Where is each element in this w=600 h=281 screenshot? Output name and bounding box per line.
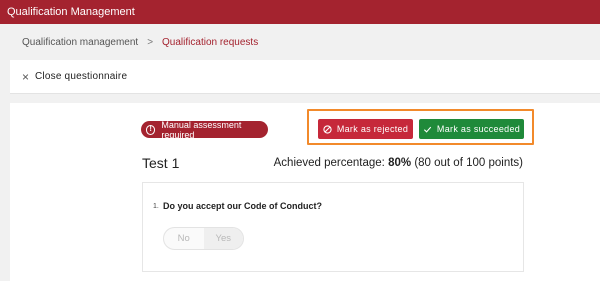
mark-rejected-label: Mark as rejected [336,124,409,134]
answer-no-option[interactable]: No [164,228,204,249]
answer-yes-option[interactable]: Yes [203,228,243,249]
question-text: Do you accept our Code of Conduct? [163,201,322,211]
breadcrumb-current[interactable]: Qualification requests [162,37,258,48]
mark-succeeded-button[interactable]: Mark as succeeded [419,119,524,139]
answer-toggle[interactable]: No Yes [163,227,244,250]
app-bar: Qualification Management [0,0,600,24]
mark-succeeded-label: Mark as succeeded [436,124,521,134]
test-title: Test 1 [142,155,180,171]
breadcrumb: Qualification management > Qualification… [0,24,600,60]
breadcrumb-root[interactable]: Qualification management [22,37,138,48]
ban-icon [323,124,332,134]
app-title: Qualification Management [7,6,135,18]
status-badge: ! Manual assessment required [141,119,268,140]
close-questionnaire-label: Close questionnaire [35,71,128,82]
mark-rejected-button[interactable]: Mark as rejected [318,119,413,139]
close-icon: × [22,69,30,84]
achieved-value: 80% [388,157,412,169]
alert-circle-icon: ! [146,124,156,135]
achieved-label: Achieved percentage: [273,157,385,169]
achieved-percentage: Achieved percentage: 80% (80 out of 100 … [274,157,523,169]
achieved-detail: (80 out of 100 points) [414,157,523,169]
status-badge-label: Manual assessment required [161,119,242,140]
question-number: 1. [153,203,159,210]
chevron-right-icon: > [147,36,154,48]
check-icon [423,125,432,134]
close-questionnaire-button[interactable]: × Close questionnaire [10,60,600,94]
